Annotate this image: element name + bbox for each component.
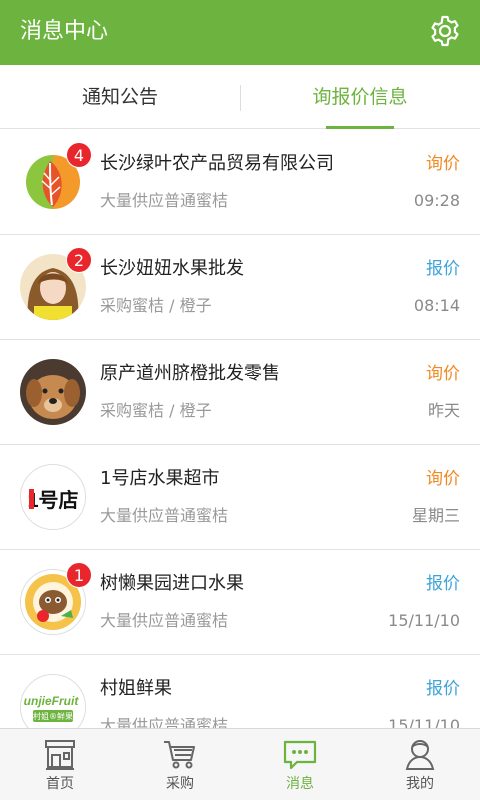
- message-type-label: 询价: [426, 364, 460, 384]
- message-desc: 大量供应普通蜜桔: [100, 611, 229, 630]
- sender-name: 原产道州脐橙批发零售: [100, 363, 280, 384]
- message-type-label: 询价: [426, 154, 460, 174]
- nav-label: 首页: [46, 776, 74, 792]
- nav-label: 消息: [286, 776, 314, 792]
- sender-name: 村姐鲜果: [100, 678, 172, 699]
- svg-text:1号店: 1号店: [27, 489, 78, 512]
- nav-purchase[interactable]: 采购: [120, 729, 240, 800]
- gear-icon[interactable]: [428, 14, 462, 48]
- svg-text:村姐®鲜果: 村姐®鲜果: [33, 711, 73, 721]
- message-time: 15/11/10: [388, 611, 460, 630]
- message-icon: [283, 740, 317, 770]
- message-time: 星期三: [411, 506, 460, 525]
- nav-label: 我的: [406, 776, 434, 792]
- nav-profile[interactable]: 我的: [360, 729, 480, 800]
- avatar: unjieFruit 村姐®鲜果: [20, 674, 86, 728]
- nav-label: 采购: [166, 776, 194, 792]
- sender-name: 长沙绿叶农产品贸易有限公司: [100, 153, 334, 174]
- message-type-label: 报价: [426, 259, 460, 279]
- sender-name: 树懒果园进口水果: [100, 573, 244, 594]
- svg-text:unjieFruit: unjieFruit: [24, 694, 80, 708]
- message-type-label: 报价: [426, 574, 460, 594]
- active-tab-indicator: [326, 126, 394, 129]
- message-type-label: 询价: [426, 469, 460, 489]
- unread-badge: 2: [66, 247, 92, 273]
- message-desc: 大量供应普通蜜桔: [100, 506, 229, 525]
- avatar: [20, 359, 86, 425]
- unread-badge: 4: [66, 142, 92, 168]
- shop-icon: [45, 740, 75, 770]
- person-icon: [405, 740, 435, 770]
- list-item[interactable]: 4 长沙绿叶农产品贸易有限公司 大量供应普通蜜桔 询价 09:28: [0, 130, 480, 235]
- list-item[interactable]: unjieFruit 村姐®鲜果 村姐鲜果 大量供应普通蜜桔 报价 15/11/…: [0, 655, 480, 728]
- message-time: 08:14: [413, 296, 460, 315]
- tab-bar: 通知公告 询报价信息: [0, 65, 480, 129]
- sender-name: 1号店水果超市: [100, 468, 220, 489]
- sender-name: 长沙妞妞水果批发: [100, 258, 244, 279]
- app-header: 消息中心: [0, 0, 480, 65]
- message-desc: 大量供应普通蜜桔: [100, 716, 229, 728]
- message-time: 15/11/10: [388, 716, 460, 728]
- avatar: 1号店: [20, 464, 86, 530]
- page-title: 消息中心: [20, 19, 109, 44]
- unread-badge: 1: [66, 562, 92, 588]
- message-time: 昨天: [427, 401, 460, 420]
- list-item[interactable]: 原产道州脐橙批发零售 采购蜜桔 / 橙子 询价 昨天: [0, 340, 480, 445]
- bottom-nav: 首页 采购 消息 我的: [0, 728, 480, 800]
- message-desc: 采购蜜桔 / 橙子: [100, 296, 212, 315]
- tab-notices[interactable]: 通知公告: [0, 65, 240, 129]
- list-item[interactable]: 2 长沙妞妞水果批发 采购蜜桔 / 橙子 报价 08:14: [0, 235, 480, 340]
- tab-quotes[interactable]: 询报价信息: [240, 65, 480, 129]
- nav-home[interactable]: 首页: [0, 729, 120, 800]
- message-type-label: 报价: [426, 679, 460, 699]
- list-item[interactable]: 1号店 1号店水果超市 大量供应普通蜜桔 询价 星期三: [0, 445, 480, 550]
- cart-icon: [164, 741, 195, 769]
- nav-messages[interactable]: 消息: [240, 729, 360, 800]
- message-desc: 大量供应普通蜜桔: [100, 191, 229, 210]
- list-item[interactable]: 1 树懒果园进口水果 大量供应普通蜜桔 报价 15/11/10: [0, 550, 480, 655]
- message-desc: 采购蜜桔 / 橙子: [100, 401, 212, 420]
- message-list[interactable]: 4 长沙绿叶农产品贸易有限公司 大量供应普通蜜桔 询价 09:28 2 长沙妞妞…: [0, 130, 480, 728]
- message-time: 09:28: [413, 191, 460, 210]
